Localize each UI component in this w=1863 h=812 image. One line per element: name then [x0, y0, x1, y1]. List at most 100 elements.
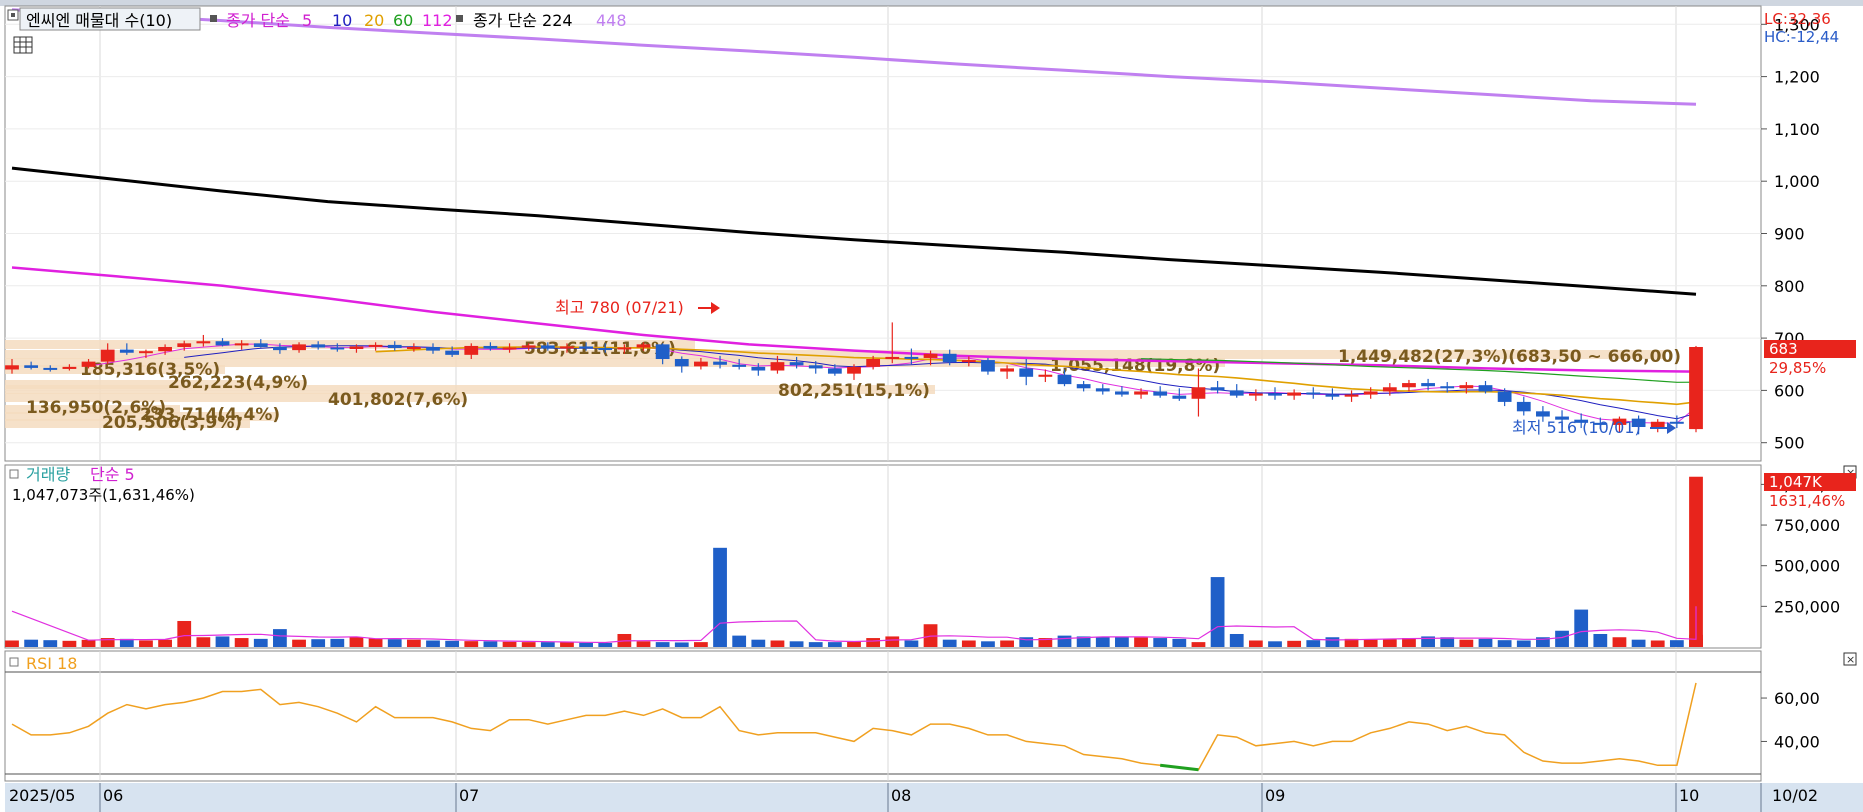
candle-body — [521, 345, 536, 348]
candle-body — [330, 347, 345, 350]
candle-body — [1478, 385, 1493, 392]
volume-bar — [177, 620, 192, 647]
volume-bar — [1497, 640, 1512, 647]
candle-body — [1191, 387, 1206, 399]
candle-body — [445, 350, 460, 355]
volume-bar — [1478, 638, 1493, 647]
date-tick-label: 08 — [891, 786, 911, 805]
volume-bar — [732, 635, 747, 647]
candle-body — [1382, 387, 1397, 392]
candle-body — [1689, 346, 1703, 430]
candle-body — [1669, 421, 1684, 424]
ma-period-5: 5 — [302, 11, 312, 30]
lowest-price-label: 최저 516 (10/01) — [1512, 418, 1641, 437]
candle-body — [636, 344, 651, 348]
volume-bar — [215, 636, 230, 647]
volume-bar — [1325, 637, 1340, 647]
candle-body — [1344, 394, 1359, 397]
volume-bar — [1287, 640, 1302, 647]
candle-body — [770, 362, 785, 371]
volume-profile-label: 233,714(4,4%) — [140, 405, 280, 425]
ma-long-label: 종가 단순 224 — [473, 11, 573, 30]
volume-bar — [789, 641, 804, 647]
volume-bar — [426, 640, 440, 647]
candle-body — [1248, 393, 1263, 396]
volume-bar — [234, 638, 249, 647]
candle-body — [694, 361, 708, 367]
candle-body — [1000, 368, 1014, 372]
volume-tick-label: 250,000 — [1774, 597, 1840, 616]
candle-body — [292, 344, 306, 351]
volume-bar — [1669, 640, 1684, 647]
volume-bar — [406, 639, 421, 647]
ma-period-112: 112 — [422, 11, 453, 30]
candle-body — [1287, 392, 1302, 396]
candle-body — [904, 356, 919, 359]
volume-bar — [330, 638, 345, 647]
candle-body — [273, 346, 287, 351]
candle-body — [43, 367, 58, 370]
volume-bar — [904, 640, 919, 647]
volume-bar — [81, 639, 96, 647]
ma-period-60: 60 — [393, 11, 413, 30]
svg-text:×: × — [1846, 653, 1855, 666]
date-readout: 10/02 — [1772, 786, 1818, 805]
volume-bar — [1095, 637, 1110, 647]
volume-panel: 250,000500,000750,0001,000,000 — [4, 464, 1855, 649]
volume-bar — [158, 639, 172, 647]
volume-bar — [1191, 642, 1206, 647]
candle-body — [1172, 395, 1187, 399]
candle-body — [1325, 394, 1340, 397]
volume-bar — [598, 642, 613, 647]
candle-body — [540, 345, 555, 349]
volume-bar — [540, 642, 555, 647]
volume-bar — [560, 642, 574, 647]
candle-body — [1057, 374, 1072, 385]
last-volume-tag: 1,047K — [1769, 473, 1823, 491]
volume-bar — [981, 641, 995, 647]
volume-bar — [273, 629, 287, 647]
volume-bar — [655, 642, 670, 647]
candle-body — [579, 346, 593, 349]
volume-bar — [1229, 633, 1244, 647]
volume-bar — [1650, 640, 1665, 647]
volume-bar — [387, 639, 402, 647]
candle-body — [215, 341, 230, 346]
date-tick-label: 07 — [459, 786, 479, 805]
date-axis: 2025/05 06 07 08 09 10 10/02 — [5, 783, 1863, 812]
candle-body — [1306, 392, 1321, 395]
volume-bar — [1115, 636, 1129, 647]
rsi-tick-label: 60,00 — [1774, 689, 1820, 708]
volume-bar — [349, 637, 364, 647]
candle-body — [1076, 384, 1091, 389]
volume-bar — [43, 640, 58, 647]
candle-body — [1115, 391, 1129, 395]
volume-bar — [713, 547, 727, 647]
candle-body — [5, 365, 19, 370]
volume-bar — [885, 636, 900, 647]
volume-bar — [502, 641, 517, 647]
candle-body — [81, 361, 96, 367]
last-price-pct: 29,85% — [1769, 359, 1826, 377]
volume-bar — [521, 642, 536, 647]
volume-bar — [139, 640, 153, 647]
candle-body — [1516, 401, 1531, 412]
candle-body — [177, 343, 192, 347]
volume-bar — [1268, 641, 1282, 647]
candle-body — [1210, 387, 1225, 391]
volume-bar — [1612, 637, 1627, 647]
volume-profile-label: 401,802(7,6%) — [328, 390, 468, 410]
volume-profile-label: 802,251(15,1%) — [778, 381, 930, 401]
candle-body — [1459, 385, 1474, 389]
volume-bar — [1210, 577, 1225, 647]
price-tick-label: 500 — [1774, 434, 1805, 453]
candle-body — [1421, 383, 1435, 387]
volume-bar — [1153, 638, 1168, 647]
rsi-close-icon[interactable]: × — [1843, 652, 1857, 666]
candle-body — [1019, 368, 1034, 377]
candle-body — [713, 361, 727, 365]
candle-body — [100, 349, 115, 362]
grid-table-icon[interactable] — [13, 36, 33, 54]
volume-bar — [62, 640, 77, 647]
ma-short-label: 종가 단순 — [226, 11, 290, 30]
